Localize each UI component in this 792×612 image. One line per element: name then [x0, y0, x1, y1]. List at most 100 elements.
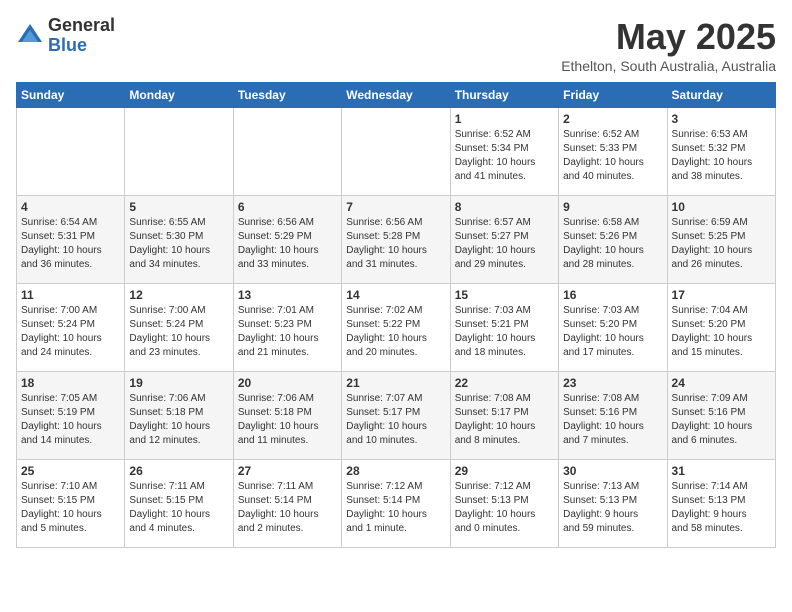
calendar-cell: 12 Sunrise: 7:00 AM Sunset: 5:24 PM Dayli…: [125, 284, 233, 372]
day-number: 23: [563, 376, 662, 390]
header-thursday: Thursday: [450, 83, 558, 108]
calendar-cell: 23 Sunrise: 7:08 AM Sunset: 5:16 PM Dayli…: [559, 372, 667, 460]
day-number: 7: [346, 200, 445, 214]
logo-icon: [16, 22, 44, 50]
day-info: Sunrise: 7:07 AM Sunset: 5:17 PM Dayligh…: [346, 392, 445, 448]
header-saturday: Saturday: [667, 83, 775, 108]
calendar-cell: [342, 108, 450, 196]
day-info: Sunrise: 7:00 AM Sunset: 5:24 PM Dayligh…: [129, 304, 228, 360]
calendar-cell: 31Sunrise: 7:14 AM Sunset: 5:13 PM Dayli…: [667, 460, 775, 548]
day-number: 18: [21, 376, 120, 390]
calendar-cell: 26 Sunrise: 7:11 AM Sunset: 5:15 PM Dayli…: [125, 460, 233, 548]
day-info: Sunrise: 7:11 AM Sunset: 5:14 PM Dayligh…: [238, 480, 337, 536]
calendar-cell: 3Sunrise: 6:53 AM Sunset: 5:32 PM Daylig…: [667, 108, 775, 196]
logo-text: General Blue: [48, 16, 115, 56]
calendar-cell: 18 Sunrise: 7:05 AM Sunset: 5:19 PM Dayli…: [17, 372, 125, 460]
day-info: Sunrise: 7:13 AM Sunset: 5:13 PM Dayligh…: [563, 480, 662, 536]
calendar-week-3: 11 Sunrise: 7:00 AM Sunset: 5:24 PM Dayli…: [17, 284, 776, 372]
day-number: 15: [455, 288, 554, 302]
calendar-header: Sunday Monday Tuesday Wednesday Thursday…: [17, 83, 776, 108]
title-block: May 2025 Ethelton, South Australia, Aust…: [561, 16, 776, 74]
calendar-cell: 19Sunrise: 7:06 AM Sunset: 5:18 PM Dayli…: [125, 372, 233, 460]
calendar-cell: 22Sunrise: 7:08 AM Sunset: 5:17 PM Dayli…: [450, 372, 558, 460]
calendar-cell: 5 Sunrise: 6:55 AM Sunset: 5:30 PM Daylig…: [125, 196, 233, 284]
day-info: Sunrise: 7:06 AM Sunset: 5:18 PM Dayligh…: [238, 392, 337, 448]
calendar-cell: 20 Sunrise: 7:06 AM Sunset: 5:18 PM Dayli…: [233, 372, 341, 460]
day-number: 25: [21, 464, 120, 478]
calendar-week-1: 1Sunrise: 6:52 AM Sunset: 5:34 PM Daylig…: [17, 108, 776, 196]
calendar-cell: 14 Sunrise: 7:02 AM Sunset: 5:22 PM Dayli…: [342, 284, 450, 372]
calendar-cell: 6 Sunrise: 6:56 AM Sunset: 5:29 PM Daylig…: [233, 196, 341, 284]
day-info: Sunrise: 6:56 AM Sunset: 5:28 PM Dayligh…: [346, 216, 445, 272]
day-number: 30: [563, 464, 662, 478]
day-info: Sunrise: 7:08 AM Sunset: 5:16 PM Dayligh…: [563, 392, 662, 448]
header-tuesday: Tuesday: [233, 83, 341, 108]
day-number: 4: [21, 200, 120, 214]
calendar-cell: [233, 108, 341, 196]
day-number: 5: [129, 200, 228, 214]
day-info: Sunrise: 7:03 AM Sunset: 5:21 PM Dayligh…: [455, 304, 554, 360]
location-text: Ethelton, South Australia, Australia: [561, 58, 776, 74]
day-info: Sunrise: 7:11 AM Sunset: 5:15 PM Dayligh…: [129, 480, 228, 536]
day-info: Sunrise: 6:54 AM Sunset: 5:31 PM Dayligh…: [21, 216, 120, 272]
calendar-cell: 25 Sunrise: 7:10 AM Sunset: 5:15 PM Dayli…: [17, 460, 125, 548]
day-info: Sunrise: 7:03 AM Sunset: 5:20 PM Dayligh…: [563, 304, 662, 360]
calendar-table: Sunday Monday Tuesday Wednesday Thursday…: [16, 82, 776, 548]
day-number: 6: [238, 200, 337, 214]
day-info: Sunrise: 7:02 AM Sunset: 5:22 PM Dayligh…: [346, 304, 445, 360]
day-number: 24: [672, 376, 771, 390]
day-number: 13: [238, 288, 337, 302]
header-wednesday: Wednesday: [342, 83, 450, 108]
day-number: 9: [563, 200, 662, 214]
day-info: Sunrise: 7:09 AM Sunset: 5:16 PM Dayligh…: [672, 392, 771, 448]
day-info: Sunrise: 7:00 AM Sunset: 5:24 PM Dayligh…: [21, 304, 120, 360]
calendar-cell: 11 Sunrise: 7:00 AM Sunset: 5:24 PM Dayli…: [17, 284, 125, 372]
calendar-cell: 29Sunrise: 7:12 AM Sunset: 5:13 PM Dayli…: [450, 460, 558, 548]
calendar-cell: 2 Sunrise: 6:52 AM Sunset: 5:33 PM Daylig…: [559, 108, 667, 196]
calendar-week-2: 4 Sunrise: 6:54 AM Sunset: 5:31 PM Daylig…: [17, 196, 776, 284]
day-number: 2: [563, 112, 662, 126]
calendar-cell: 10Sunrise: 6:59 AM Sunset: 5:25 PM Dayli…: [667, 196, 775, 284]
header-sunday: Sunday: [17, 83, 125, 108]
day-number: 21: [346, 376, 445, 390]
day-info: Sunrise: 6:52 AM Sunset: 5:33 PM Dayligh…: [563, 128, 662, 184]
page-header: General Blue May 2025 Ethelton, South Au…: [16, 16, 776, 74]
day-info: Sunrise: 6:53 AM Sunset: 5:32 PM Dayligh…: [672, 128, 771, 184]
day-number: 27: [238, 464, 337, 478]
calendar-cell: 27 Sunrise: 7:11 AM Sunset: 5:14 PM Dayli…: [233, 460, 341, 548]
calendar-cell: [17, 108, 125, 196]
calendar-cell: 8Sunrise: 6:57 AM Sunset: 5:27 PM Daylig…: [450, 196, 558, 284]
day-info: Sunrise: 6:58 AM Sunset: 5:26 PM Dayligh…: [563, 216, 662, 272]
day-number: 19: [129, 376, 228, 390]
header-friday: Friday: [559, 83, 667, 108]
day-number: 22: [455, 376, 554, 390]
day-number: 12: [129, 288, 228, 302]
day-info: Sunrise: 7:10 AM Sunset: 5:15 PM Dayligh…: [21, 480, 120, 536]
header-row: Sunday Monday Tuesday Wednesday Thursday…: [17, 83, 776, 108]
day-number: 26: [129, 464, 228, 478]
day-info: Sunrise: 7:14 AM Sunset: 5:13 PM Dayligh…: [672, 480, 771, 536]
calendar-cell: 4 Sunrise: 6:54 AM Sunset: 5:31 PM Daylig…: [17, 196, 125, 284]
day-number: 8: [455, 200, 554, 214]
logo: General Blue: [16, 16, 115, 56]
day-info: Sunrise: 7:05 AM Sunset: 5:19 PM Dayligh…: [21, 392, 120, 448]
day-info: Sunrise: 6:56 AM Sunset: 5:29 PM Dayligh…: [238, 216, 337, 272]
day-info: Sunrise: 6:59 AM Sunset: 5:25 PM Dayligh…: [672, 216, 771, 272]
calendar-cell: 9 Sunrise: 6:58 AM Sunset: 5:26 PM Daylig…: [559, 196, 667, 284]
day-number: 20: [238, 376, 337, 390]
header-monday: Monday: [125, 83, 233, 108]
calendar-body: 1Sunrise: 6:52 AM Sunset: 5:34 PM Daylig…: [17, 108, 776, 548]
calendar-cell: 7 Sunrise: 6:56 AM Sunset: 5:28 PM Daylig…: [342, 196, 450, 284]
day-number: 1: [455, 112, 554, 126]
calendar-cell: [125, 108, 233, 196]
day-info: Sunrise: 6:55 AM Sunset: 5:30 PM Dayligh…: [129, 216, 228, 272]
month-title: May 2025: [561, 16, 776, 58]
calendar-week-5: 25 Sunrise: 7:10 AM Sunset: 5:15 PM Dayli…: [17, 460, 776, 548]
day-number: 11: [21, 288, 120, 302]
day-info: Sunrise: 7:01 AM Sunset: 5:23 PM Dayligh…: [238, 304, 337, 360]
calendar-cell: 1Sunrise: 6:52 AM Sunset: 5:34 PM Daylig…: [450, 108, 558, 196]
day-number: 14: [346, 288, 445, 302]
day-number: 17: [672, 288, 771, 302]
calendar-cell: 28Sunrise: 7:12 AM Sunset: 5:14 PM Dayli…: [342, 460, 450, 548]
calendar-week-4: 18 Sunrise: 7:05 AM Sunset: 5:19 PM Dayli…: [17, 372, 776, 460]
